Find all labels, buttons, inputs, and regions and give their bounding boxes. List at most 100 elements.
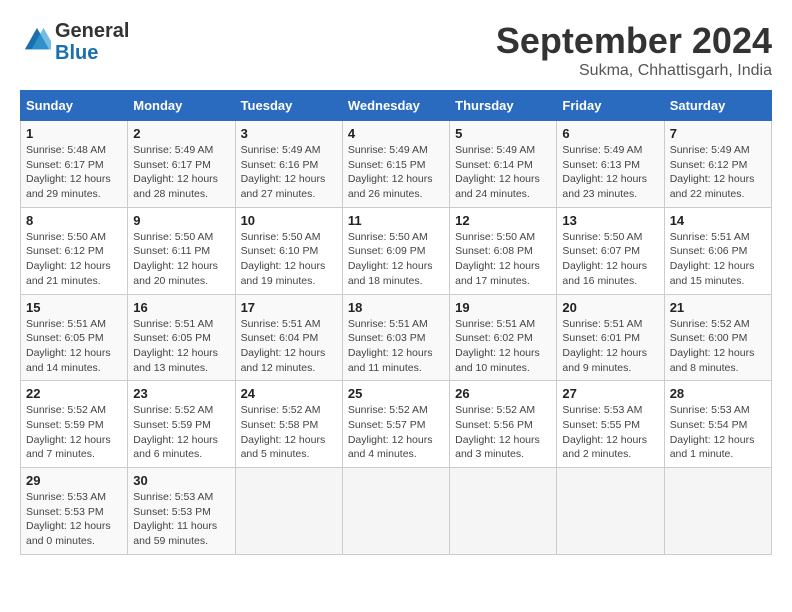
day-info: Sunrise: 5:50 AMSunset: 6:12 PMDaylight:…	[26, 231, 111, 287]
day-number: 7	[670, 126, 766, 141]
week-row-4: 22 Sunrise: 5:52 AMSunset: 5:59 PMDayligh…	[21, 381, 772, 468]
week-row-2: 8 Sunrise: 5:50 AMSunset: 6:12 PMDaylight…	[21, 207, 772, 294]
day-number: 24	[241, 386, 337, 401]
day-info: Sunrise: 5:49 AMSunset: 6:14 PMDaylight:…	[455, 144, 540, 200]
month-title: September 2024	[496, 20, 772, 62]
day-number: 15	[26, 300, 122, 315]
day-number: 17	[241, 300, 337, 315]
day-cell-11: 11Sunrise: 5:50 AMSunset: 6:09 PMDayligh…	[342, 207, 449, 294]
day-number: 29	[26, 473, 122, 488]
day-cell-10: 10 Sunrise: 5:50 AMSunset: 6:10 PMDayligh…	[235, 207, 342, 294]
day-cell-22: 22 Sunrise: 5:52 AMSunset: 5:59 PMDayligh…	[21, 381, 128, 468]
day-info: Sunrise: 5:49 AMSunset: 6:16 PMDaylight:…	[241, 144, 326, 200]
day-number: 13	[562, 213, 658, 228]
day-cell-1: 1Sunrise: 5:48 AMSunset: 6:17 PMDaylight…	[21, 121, 128, 208]
day-number: 30	[133, 473, 229, 488]
day-number: 2	[133, 126, 229, 141]
day-cell-26: 26 Sunrise: 5:52 AMSunset: 5:56 PMDayligh…	[450, 381, 557, 468]
day-info: Sunrise: 5:51 AMSunset: 6:04 PMDaylight:…	[241, 318, 326, 374]
week-row-3: 15 Sunrise: 5:51 AMSunset: 6:05 PMDayligh…	[21, 294, 772, 381]
header-day-wednesday: Wednesday	[342, 91, 449, 121]
day-cell-14: 14 Sunrise: 5:51 AMSunset: 6:06 PMDayligh…	[664, 207, 771, 294]
day-cell-13: 13 Sunrise: 5:50 AMSunset: 6:07 PMDayligh…	[557, 207, 664, 294]
day-cell-4: 4 Sunrise: 5:49 AMSunset: 6:15 PMDaylight…	[342, 121, 449, 208]
week-row-1: 1Sunrise: 5:48 AMSunset: 6:17 PMDaylight…	[21, 121, 772, 208]
day-info: Sunrise: 5:51 AMSunset: 6:05 PMDaylight:…	[133, 318, 218, 374]
day-cell-27: 27 Sunrise: 5:53 AMSunset: 5:55 PMDayligh…	[557, 381, 664, 468]
header-day-sunday: Sunday	[21, 91, 128, 121]
day-cell-5: 5 Sunrise: 5:49 AMSunset: 6:14 PMDaylight…	[450, 121, 557, 208]
day-number: 10	[241, 213, 337, 228]
day-number: 25	[348, 386, 444, 401]
day-info: Sunrise: 5:53 AMSunset: 5:54 PMDaylight:…	[670, 404, 755, 460]
day-info: Sunrise: 5:53 AMSunset: 5:53 PMDaylight:…	[133, 491, 217, 547]
day-info: Sunrise: 5:53 AMSunset: 5:55 PMDaylight:…	[562, 404, 647, 460]
day-number: 27	[562, 386, 658, 401]
day-info: Sunrise: 5:49 AMSunset: 6:13 PMDaylight:…	[562, 144, 647, 200]
day-number: 16	[133, 300, 229, 315]
day-cell-3: 3Sunrise: 5:49 AMSunset: 6:16 PMDaylight…	[235, 121, 342, 208]
day-info: Sunrise: 5:51 AMSunset: 6:02 PMDaylight:…	[455, 318, 540, 374]
logo-general-text: General	[55, 20, 129, 42]
day-info: Sunrise: 5:49 AMSunset: 6:12 PMDaylight:…	[670, 144, 755, 200]
day-cell-empty	[664, 468, 771, 555]
day-number: 5	[455, 126, 551, 141]
day-number: 19	[455, 300, 551, 315]
day-info: Sunrise: 5:51 AMSunset: 6:03 PMDaylight:…	[348, 318, 433, 374]
day-info: Sunrise: 5:52 AMSunset: 5:59 PMDaylight:…	[26, 404, 111, 460]
logo-blue-text: Blue	[55, 42, 98, 64]
day-info: Sunrise: 5:52 AMSunset: 5:57 PMDaylight:…	[348, 404, 433, 460]
day-cell-empty	[235, 468, 342, 555]
day-number: 28	[670, 386, 766, 401]
day-info: Sunrise: 5:50 AMSunset: 6:10 PMDaylight:…	[241, 231, 326, 287]
day-cell-25: 25 Sunrise: 5:52 AMSunset: 5:57 PMDayligh…	[342, 381, 449, 468]
day-number: 23	[133, 386, 229, 401]
day-info: Sunrise: 5:52 AMSunset: 5:58 PMDaylight:…	[241, 404, 326, 460]
day-number: 18	[348, 300, 444, 315]
day-number: 20	[562, 300, 658, 315]
header-day-thursday: Thursday	[450, 91, 557, 121]
day-info: Sunrise: 5:52 AMSunset: 5:56 PMDaylight:…	[455, 404, 540, 460]
title-area: September 2024 Sukma, Chhattisgarh, Indi…	[496, 20, 772, 80]
day-cell-12: 12Sunrise: 5:50 AMSunset: 6:08 PMDayligh…	[450, 207, 557, 294]
day-cell-6: 6 Sunrise: 5:49 AMSunset: 6:13 PMDaylight…	[557, 121, 664, 208]
header-day-monday: Monday	[128, 91, 235, 121]
day-info: Sunrise: 5:52 AMSunset: 6:00 PMDaylight:…	[670, 318, 755, 374]
day-cell-21: 21Sunrise: 5:52 AMSunset: 6:00 PMDayligh…	[664, 294, 771, 381]
day-cell-16: 16 Sunrise: 5:51 AMSunset: 6:05 PMDayligh…	[128, 294, 235, 381]
day-cell-23: 23 Sunrise: 5:52 AMSunset: 5:59 PMDayligh…	[128, 381, 235, 468]
calendar-table: SundayMondayTuesdayWednesdayThursdayFrid…	[20, 90, 772, 555]
day-cell-24: 24 Sunrise: 5:52 AMSunset: 5:58 PMDayligh…	[235, 381, 342, 468]
day-number: 26	[455, 386, 551, 401]
day-cell-18: 18 Sunrise: 5:51 AMSunset: 6:03 PMDayligh…	[342, 294, 449, 381]
day-cell-29: 29 Sunrise: 5:53 AMSunset: 5:53 PMDayligh…	[21, 468, 128, 555]
day-number: 6	[562, 126, 658, 141]
day-cell-empty	[342, 468, 449, 555]
day-info: Sunrise: 5:52 AMSunset: 5:59 PMDaylight:…	[133, 404, 218, 460]
day-cell-empty	[557, 468, 664, 555]
day-cell-15: 15Sunrise: 5:51 AMSunset: 6:05 PMDayligh…	[21, 294, 128, 381]
day-info: Sunrise: 5:50 AMSunset: 6:09 PMDaylight:…	[348, 231, 433, 287]
day-number: 8	[26, 213, 122, 228]
day-number: 4	[348, 126, 444, 141]
header-day-saturday: Saturday	[664, 91, 771, 121]
day-cell-20: 20 Sunrise: 5:51 AMSunset: 6:01 PMDayligh…	[557, 294, 664, 381]
day-number: 12	[455, 213, 551, 228]
day-info: Sunrise: 5:53 AMSunset: 5:53 PMDaylight:…	[26, 491, 111, 547]
day-number: 14	[670, 213, 766, 228]
header-row: SundayMondayTuesdayWednesdayThursdayFrid…	[21, 91, 772, 121]
header-day-friday: Friday	[557, 91, 664, 121]
day-cell-empty	[450, 468, 557, 555]
week-row-5: 29 Sunrise: 5:53 AMSunset: 5:53 PMDayligh…	[21, 468, 772, 555]
day-number: 22	[26, 386, 122, 401]
day-cell-8: 8 Sunrise: 5:50 AMSunset: 6:12 PMDaylight…	[21, 207, 128, 294]
day-info: Sunrise: 5:51 AMSunset: 6:01 PMDaylight:…	[562, 318, 647, 374]
day-cell-9: 9Sunrise: 5:50 AMSunset: 6:11 PMDaylight…	[128, 207, 235, 294]
day-info: Sunrise: 5:50 AMSunset: 6:07 PMDaylight:…	[562, 231, 647, 287]
day-cell-17: 17 Sunrise: 5:51 AMSunset: 6:04 PMDayligh…	[235, 294, 342, 381]
day-cell-7: 7 Sunrise: 5:49 AMSunset: 6:12 PMDaylight…	[664, 121, 771, 208]
day-cell-19: 19 Sunrise: 5:51 AMSunset: 6:02 PMDayligh…	[450, 294, 557, 381]
header: General Blue September 2024 Sukma, Chhat…	[20, 20, 772, 80]
day-info: Sunrise: 5:49 AMSunset: 6:15 PMDaylight:…	[348, 144, 433, 200]
day-info: Sunrise: 5:51 AMSunset: 6:06 PMDaylight:…	[670, 231, 755, 287]
